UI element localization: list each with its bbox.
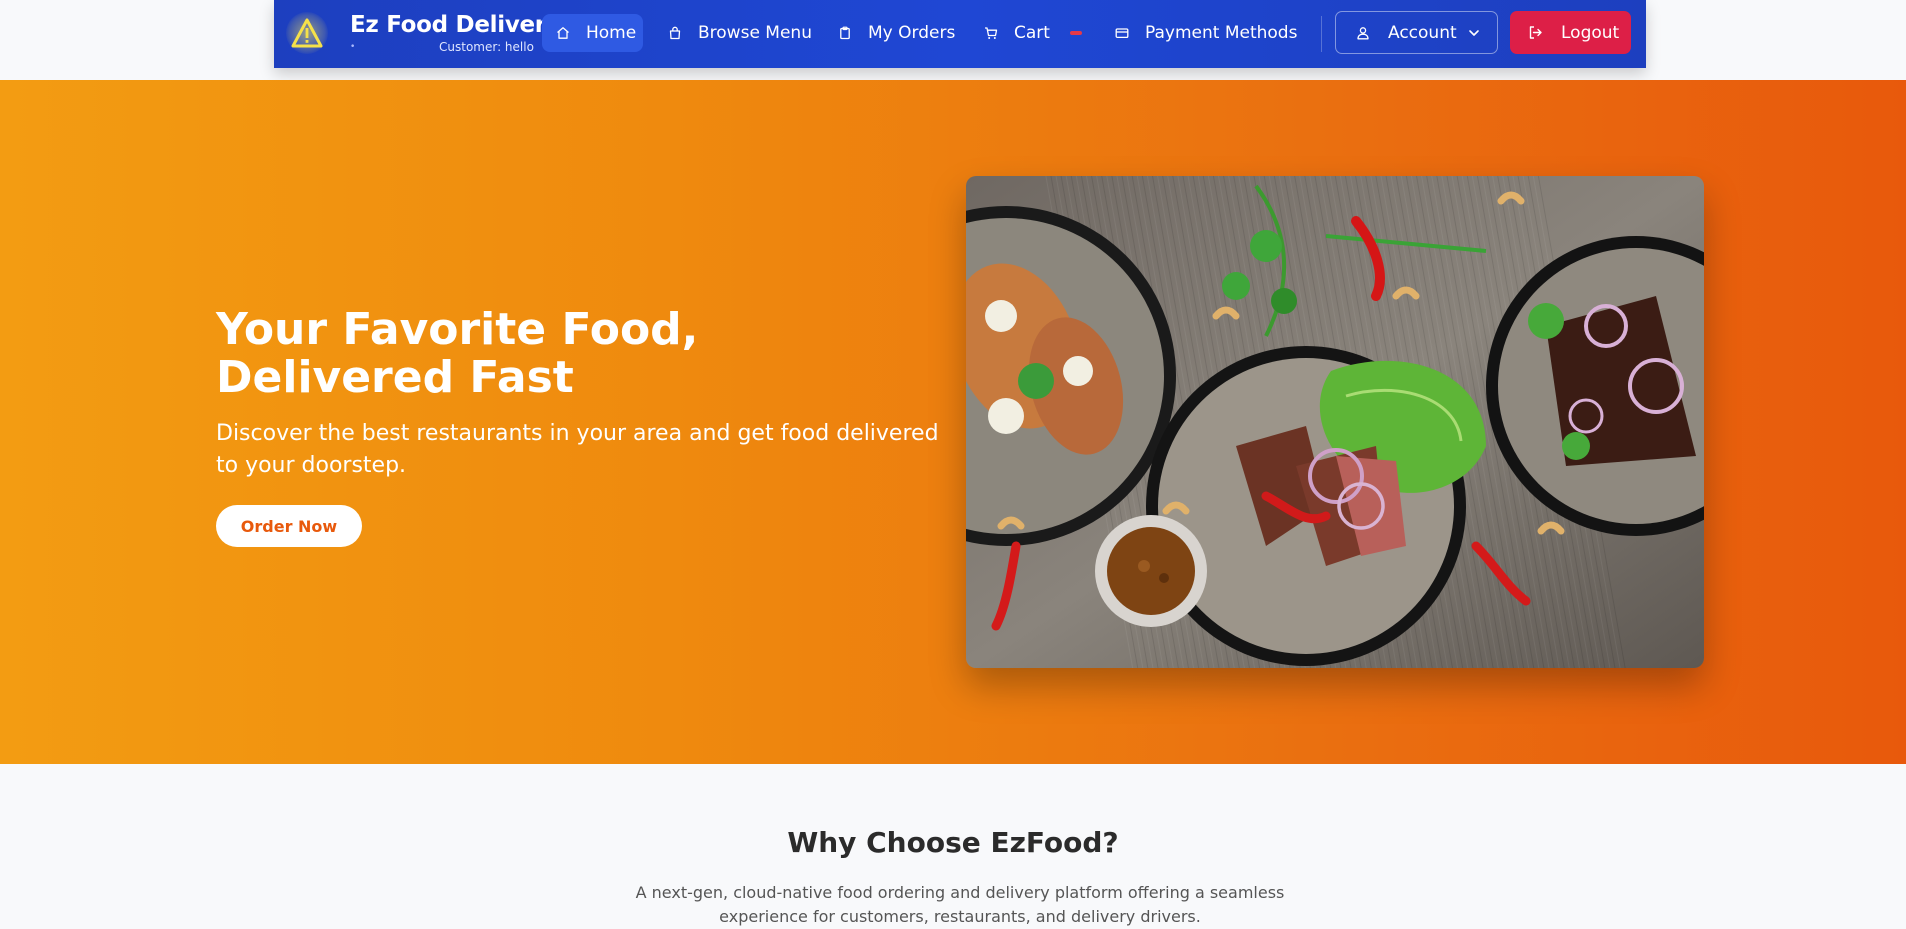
clipboard-icon bbox=[840, 26, 850, 40]
hero-title: Your Favorite Food, Delivered Fast bbox=[216, 304, 699, 403]
nav-browse-menu[interactable]: Browse Menu bbox=[668, 14, 812, 52]
nav-cart-label: Cart bbox=[1014, 23, 1050, 43]
nav-home-label: Home bbox=[586, 23, 637, 43]
nav-cart[interactable]: Cart bbox=[984, 14, 1082, 52]
hero-subtitle: Discover the best restaurants in your ar… bbox=[216, 421, 939, 478]
brand-dot: • bbox=[350, 42, 356, 52]
home-icon bbox=[557, 27, 569, 39]
hero-section: Your Favorite Food, Delivered Fast Disco… bbox=[0, 80, 1906, 764]
order-now-button[interactable]: Order Now bbox=[216, 505, 362, 547]
logout-label: Logout bbox=[1561, 22, 1620, 43]
logout-icon bbox=[1529, 26, 1542, 39]
nav-home[interactable]: Home bbox=[542, 14, 643, 52]
account-dropdown-button[interactable]: Account bbox=[1335, 11, 1498, 54]
hero-food-image bbox=[966, 176, 1704, 668]
customer-name-label: Customer: hello bbox=[439, 40, 534, 54]
bag-icon bbox=[669, 26, 681, 40]
nav-divider bbox=[1321, 16, 1322, 52]
warning-logo-icon[interactable] bbox=[286, 12, 328, 54]
cart-badge bbox=[1069, 31, 1082, 35]
brand-title[interactable]: Ez Food Delivery bbox=[350, 12, 561, 38]
account-label: Account bbox=[1388, 22, 1457, 43]
nav-my-orders-label: My Orders bbox=[868, 23, 956, 43]
nav-browse-menu-label: Browse Menu bbox=[698, 23, 812, 43]
top-navbar: Ez Food Delivery • Customer: hello Home … bbox=[274, 0, 1646, 68]
nav-my-orders[interactable]: My Orders bbox=[838, 14, 955, 52]
logout-button[interactable]: Logout bbox=[1510, 11, 1631, 54]
chevron-down-icon bbox=[1469, 30, 1479, 36]
why-section-title: Why Choose EzFood? bbox=[787, 826, 1119, 859]
nav-payment-methods[interactable]: Payment Methods bbox=[1115, 14, 1297, 52]
nav-payment-methods-label: Payment Methods bbox=[1145, 23, 1298, 43]
user-icon bbox=[1357, 26, 1369, 39]
credit-card-icon bbox=[1115, 28, 1129, 39]
cart-icon bbox=[985, 27, 998, 39]
